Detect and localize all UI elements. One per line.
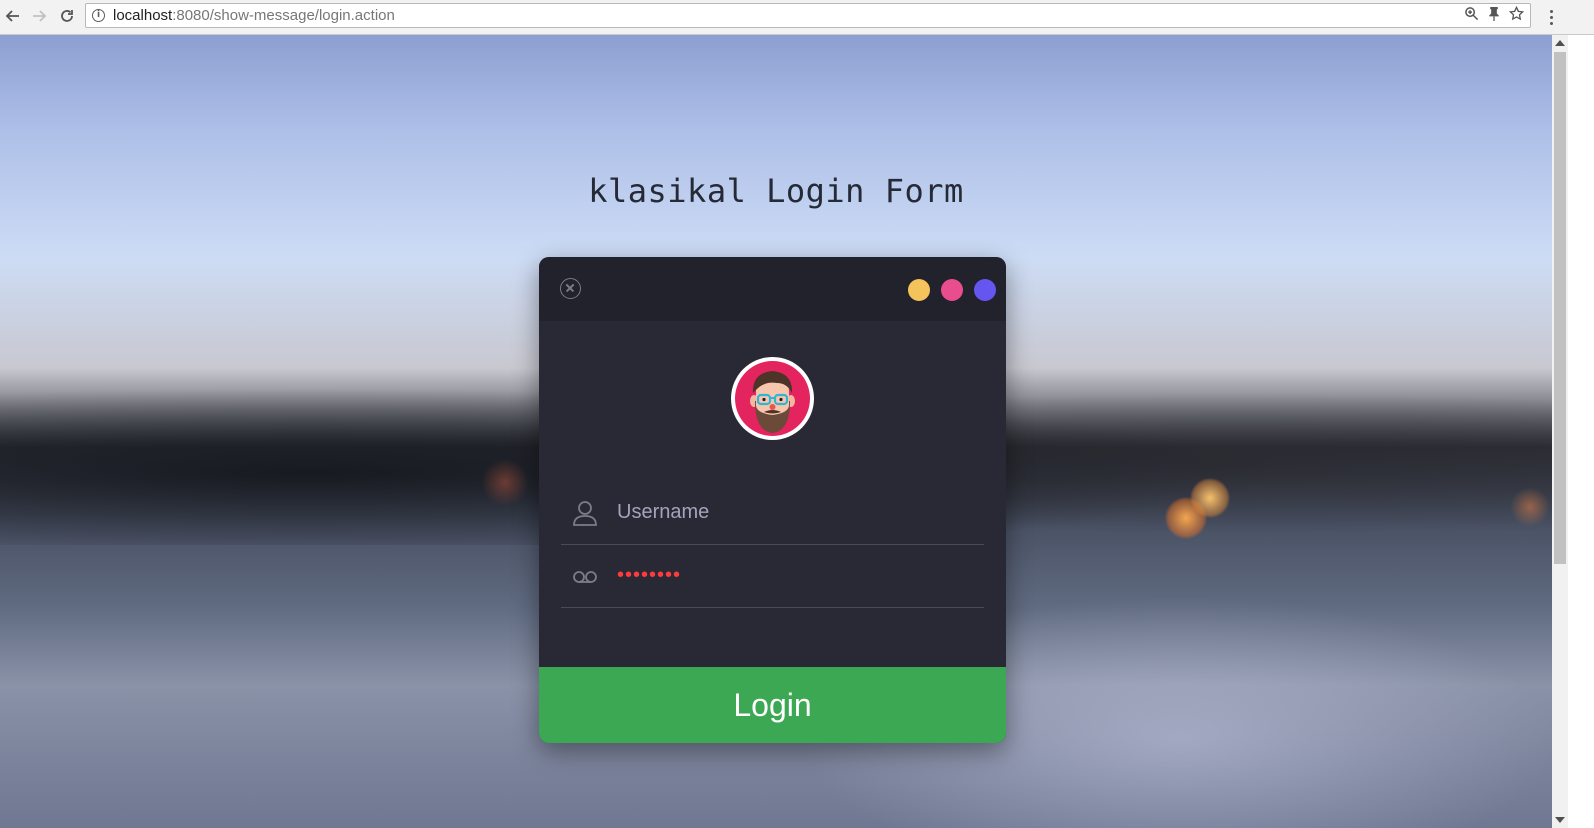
- kebab-menu-icon[interactable]: [1541, 6, 1561, 28]
- zoom-icon[interactable]: [1464, 6, 1479, 25]
- scroll-thumb[interactable]: [1554, 52, 1566, 564]
- scrollbar[interactable]: [1552, 35, 1568, 828]
- user-icon: [571, 499, 599, 527]
- scroll-down-icon[interactable]: [1555, 817, 1565, 823]
- browser-toolbar: i localhost:8080/show-message/login.acti…: [0, 0, 1594, 35]
- forward-arrow-icon[interactable]: [28, 5, 50, 27]
- password-input[interactable]: [617, 557, 967, 593]
- info-icon[interactable]: i: [92, 9, 105, 22]
- background-light: [1190, 478, 1230, 518]
- purple-dot[interactable]: [974, 279, 996, 301]
- username-input[interactable]: [617, 494, 967, 530]
- address-bar[interactable]: i localhost:8080/show-message/login.acti…: [85, 3, 1531, 28]
- avatar: [731, 357, 814, 440]
- password-field: [561, 545, 984, 608]
- url-text[interactable]: localhost:8080/show-message/login.action: [113, 7, 395, 24]
- pin-icon[interactable]: [1488, 6, 1500, 25]
- reload-icon[interactable]: [56, 5, 78, 27]
- scroll-up-icon[interactable]: [1555, 40, 1565, 46]
- login-card: Login: [539, 257, 1006, 743]
- close-icon[interactable]: [560, 278, 581, 299]
- window-gutter: [1568, 35, 1594, 828]
- pink-dot[interactable]: [941, 279, 963, 301]
- username-field: [561, 482, 984, 545]
- login-button[interactable]: Login: [539, 667, 1006, 743]
- voicemail-icon: [571, 562, 599, 590]
- yellow-dot[interactable]: [908, 279, 930, 301]
- background-light: [1510, 487, 1550, 527]
- background-light: [480, 460, 530, 505]
- card-header: [539, 257, 1006, 321]
- star-icon[interactable]: [1508, 5, 1525, 25]
- back-arrow-icon[interactable]: [2, 5, 24, 27]
- avatar-icon: [735, 361, 810, 436]
- page-title: klasikal Login Form: [588, 172, 964, 210]
